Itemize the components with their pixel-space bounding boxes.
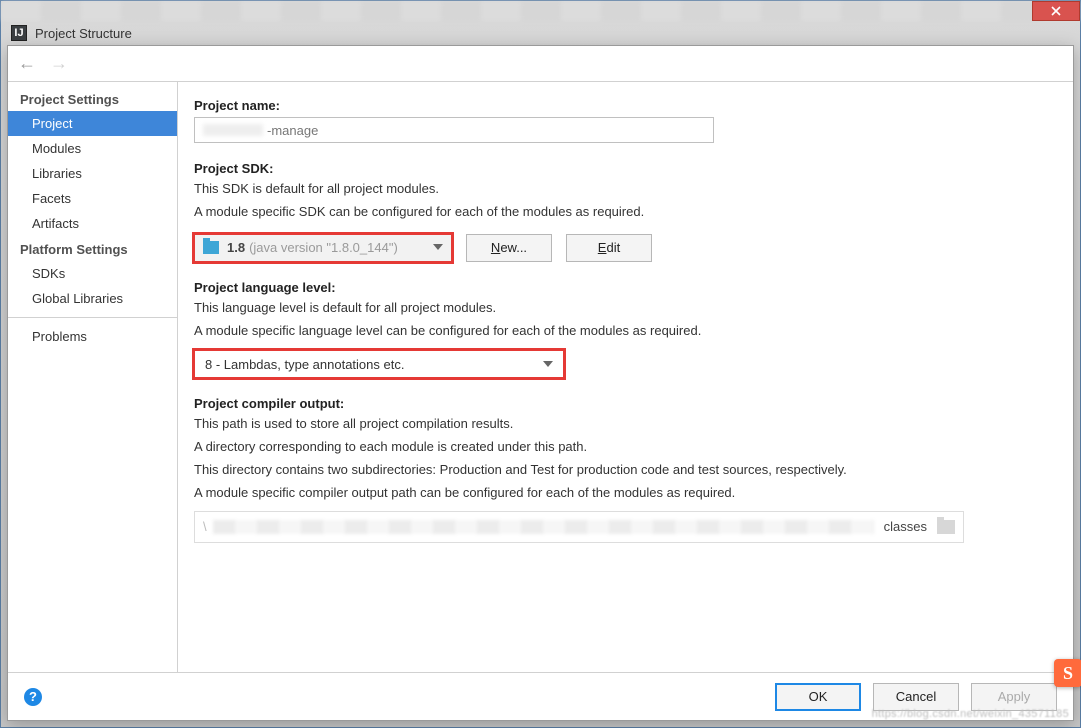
- help-icon[interactable]: ?: [24, 688, 42, 706]
- intellij-icon: IJ: [11, 25, 27, 41]
- sidebar-item-project[interactable]: Project: [8, 111, 177, 136]
- redacted-path: [213, 520, 874, 534]
- watermark-text: https://blog.csdn.net/weixin_43571185: [872, 708, 1069, 720]
- sdk-new-button[interactable]: New...: [466, 234, 552, 262]
- chevron-down-icon: [543, 361, 553, 367]
- compiler-desc3: This directory contains two subdirectori…: [194, 461, 1057, 480]
- project-name-value: -manage: [267, 123, 318, 138]
- compiler-desc2: A directory corresponding to each module…: [194, 438, 1057, 457]
- compiler-output-tail: classes: [884, 519, 927, 534]
- language-level-label: Project language level:: [194, 280, 1057, 295]
- toolbar: ← →: [8, 46, 1073, 82]
- sdk-folder-icon: [203, 241, 219, 254]
- sidebar-heading-project-settings: Project Settings: [8, 86, 177, 111]
- language-level-desc1: This language level is default for all p…: [194, 299, 1057, 318]
- project-name-label: Project name:: [194, 98, 1057, 113]
- content-panel: Project name: -manage Project SDK: This …: [178, 82, 1073, 672]
- back-button[interactable]: ←: [18, 53, 36, 74]
- sidebar-item-artifacts[interactable]: Artifacts: [8, 211, 177, 236]
- sidebar-separator: [8, 317, 177, 318]
- compiler-output-input[interactable]: \ classes: [194, 511, 964, 543]
- redacted-text: [203, 124, 263, 136]
- project-sdk-label: Project SDK:: [194, 161, 1057, 176]
- window-close-button[interactable]: [1032, 1, 1080, 21]
- language-level-desc2: A module specific language level can be …: [194, 322, 1057, 341]
- project-sdk-desc1: This SDK is default for all project modu…: [194, 180, 1057, 199]
- dialog-titlebar: IJ Project Structure: [1, 23, 1080, 43]
- sidebar-item-problems[interactable]: Problems: [8, 324, 177, 349]
- sidebar-item-libraries[interactable]: Libraries: [8, 161, 177, 186]
- language-level-value: 8 - Lambdas, type annotations etc.: [205, 357, 404, 372]
- sidebar-item-sdks[interactable]: SDKs: [8, 261, 177, 286]
- dialog-title-text: Project Structure: [35, 26, 132, 41]
- cancel-button[interactable]: Cancel: [873, 683, 959, 711]
- sidebar: Project Settings Project Modules Librari…: [8, 82, 178, 672]
- sidebar-item-facets[interactable]: Facets: [8, 186, 177, 211]
- main-area: Project Settings Project Modules Librari…: [8, 82, 1073, 672]
- compiler-desc1: This path is used to store all project c…: [194, 415, 1057, 434]
- apply-button[interactable]: Apply: [971, 683, 1057, 711]
- project-name-input[interactable]: -manage: [194, 117, 714, 143]
- dialog-body: ← → Project Settings Project Modules Lib…: [7, 45, 1074, 721]
- background-titlebar: [1, 1, 1080, 21]
- project-sdk-combo[interactable]: 1.8 (java version "1.8.0_144"): [194, 234, 452, 262]
- chevron-down-icon: [433, 244, 443, 250]
- sidebar-heading-platform-settings: Platform Settings: [8, 236, 177, 261]
- project-sdk-hint: (java version "1.8.0_144"): [249, 240, 398, 255]
- sogou-badge-icon[interactable]: S: [1054, 659, 1081, 687]
- sdk-edit-button[interactable]: Edit: [566, 234, 652, 262]
- project-sdk-value: 1.8: [227, 240, 245, 255]
- language-level-combo[interactable]: 8 - Lambdas, type annotations etc.: [194, 350, 564, 378]
- forward-button[interactable]: →: [50, 53, 68, 74]
- browse-folder-icon[interactable]: [937, 520, 955, 534]
- compiler-desc4: A module specific compiler output path c…: [194, 484, 1057, 503]
- sidebar-item-global-libraries[interactable]: Global Libraries: [8, 286, 177, 311]
- compiler-output-label: Project compiler output:: [194, 396, 1057, 411]
- project-sdk-desc2: A module specific SDK can be configured …: [194, 203, 1057, 222]
- sidebar-item-modules[interactable]: Modules: [8, 136, 177, 161]
- ok-button[interactable]: OK: [775, 683, 861, 711]
